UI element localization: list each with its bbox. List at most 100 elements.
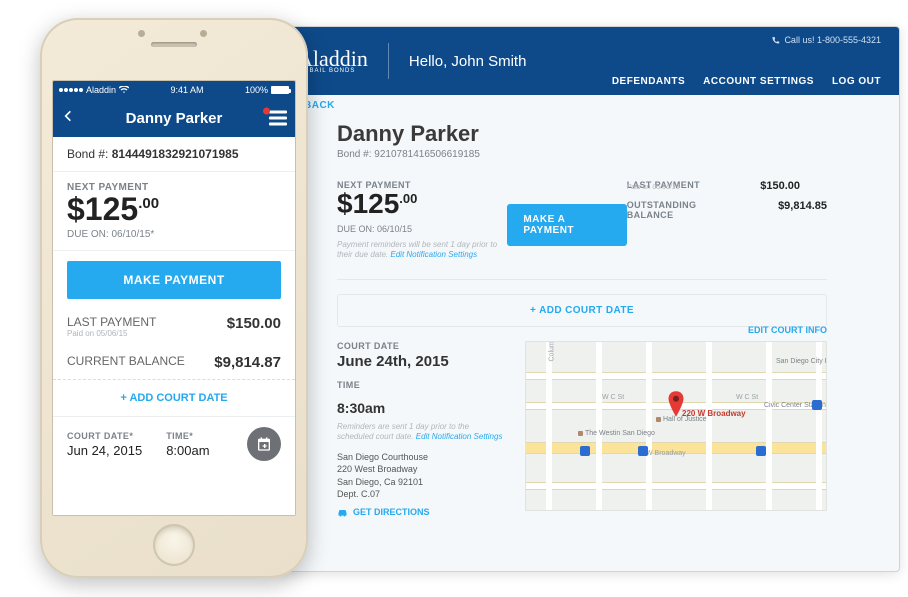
- carrier-text: Aladdin: [86, 85, 116, 95]
- amount-cents: .00: [399, 192, 417, 205]
- call-us-link[interactable]: Call us! 1-800-555-4321: [771, 35, 881, 45]
- next-payment-amount: $125 .00: [67, 193, 281, 225]
- get-directions-link[interactable]: GET DIRECTIONS: [337, 507, 507, 517]
- edit-court-info-link[interactable]: EDIT COURT INFO: [748, 325, 827, 335]
- add-to-calendar-button[interactable]: [247, 427, 281, 461]
- add-court-date-button[interactable]: + ADD COURT DATE: [337, 294, 827, 327]
- phone-home-button[interactable]: [153, 524, 195, 566]
- page-title: Danny Parker: [126, 110, 223, 127]
- next-payment-block: NEXT PAYMENT $125 .00 DUE ON: 06/10/15*: [53, 172, 295, 251]
- next-payment-amount: $125 .00: [337, 190, 501, 218]
- wifi-icon: [119, 86, 129, 94]
- due-date: 06/10/15: [377, 224, 412, 234]
- court-date-value: Jun 24, 2015: [67, 443, 142, 458]
- current-balance-value: $9,814.87: [214, 354, 281, 371]
- due-line: DUE ON: 06/10/15*: [67, 229, 281, 240]
- battery-text: 100%: [245, 85, 268, 95]
- calendar-add-icon: [256, 436, 272, 452]
- last-payment-value: $150.00: [728, 180, 800, 192]
- phone-camera: [138, 30, 145, 37]
- court-address-city: San Diego, Ca 92101: [337, 476, 507, 489]
- statusbar-time: 9:41 AM: [170, 85, 203, 95]
- desktop-window: Aladdin BAIL BONDS Hello, John Smith Cal…: [276, 26, 900, 572]
- court-time-label: TIME*: [166, 431, 209, 441]
- add-court-date-button[interactable]: + ADD COURT DATE: [53, 380, 295, 416]
- court-date-value: June 24th, 2015: [337, 353, 507, 370]
- car-icon: [337, 507, 349, 517]
- phone-body: Bond #: 8144491832921071985 NEXT PAYMENT…: [53, 137, 295, 515]
- current-balance-label: CURRENT BALANCE: [67, 354, 185, 371]
- phone-device: Aladdin 9:41 AM 100% Danny Parker Bond: [40, 18, 308, 578]
- desktop-body: Danny Parker Bond #: 9210781416506619185…: [277, 95, 899, 537]
- court-address: San Diego Courthouse 220 West Broadway S…: [337, 451, 507, 501]
- last-payment-label: LAST PAYMENT: [67, 315, 156, 329]
- last-payment-value: $150.00: [227, 315, 281, 338]
- court-reminder-fineprint: Reminders are sent 1 day prior to the sc…: [337, 422, 507, 443]
- divider: [388, 43, 389, 79]
- top-nav: DEFENDANTS ACCOUNT SETTINGS LOG OUT: [612, 76, 881, 87]
- court-date-col: COURT DATE* Jun 24, 2015: [67, 431, 142, 458]
- bond-label: Bond #:: [337, 149, 371, 160]
- map-metro-icon: [812, 400, 822, 410]
- court-details: COURT DATE June 24th, 2015 TIME 8:30am R…: [337, 341, 507, 517]
- bond-number: 8144491832921071985: [112, 147, 239, 161]
- menu-button[interactable]: [269, 111, 287, 126]
- bond-label: Bond #:: [67, 147, 108, 161]
- due-label: DUE ON:: [67, 229, 109, 240]
- outstanding-balance-value: $9,814.85: [755, 200, 827, 220]
- map-street-wc-1: W C St: [602, 394, 624, 401]
- greeting-text: Hello, John Smith: [409, 53, 527, 70]
- court-date-label: COURT DATE*: [67, 431, 142, 441]
- due-date: 06/10/15*: [111, 229, 154, 240]
- bond-number-row: Bond #: 8144491832921071985: [53, 137, 295, 172]
- map-poi-sd-city-info: San Diego City Informational: [776, 358, 827, 365]
- amount-whole: $125: [67, 193, 138, 225]
- amount-whole: $125: [337, 190, 399, 218]
- map-metro-icon: [580, 446, 590, 456]
- court-time-col: TIME* 8:00am: [166, 431, 209, 458]
- app-bar: Danny Parker: [53, 99, 295, 137]
- reminder-fineprint: Payment reminders will be sent 1 day pri…: [337, 240, 501, 261]
- map-metro-icon: [638, 446, 648, 456]
- map-metro-icon: [756, 446, 766, 456]
- due-line: DUE ON: 06/10/15: [337, 224, 501, 234]
- map-block: EDIT COURT INFO Columbia St W C St: [525, 341, 827, 517]
- status-bar: Aladdin 9:41 AM 100%: [53, 81, 295, 99]
- phone-icon: [771, 36, 780, 45]
- next-payment-block: NEXT PAYMENT $125 .00 DUE ON: 06/10/15 P…: [337, 180, 501, 261]
- court-section: COURT DATE June 24th, 2015 TIME 8:30am R…: [337, 341, 827, 517]
- get-directions-text: GET DIRECTIONS: [353, 507, 430, 517]
- court-time-label: TIME: [337, 380, 507, 390]
- map[interactable]: Columbia St W C St W C St W Broadway Hal…: [525, 341, 827, 511]
- call-us-text: Call us! 1-800-555-4321: [784, 35, 881, 45]
- court-address-street: 220 West Broadway: [337, 463, 507, 476]
- outstanding-balance-label: OUTSTANDING BALANCE: [627, 200, 727, 220]
- chevron-left-icon: [61, 109, 75, 123]
- last-payment-paidon: Paid on 05/06/15: [67, 329, 156, 338]
- map-poi-westin: The Westin San Diego: [578, 430, 655, 437]
- nav-defendants[interactable]: DEFENDANTS: [612, 76, 685, 87]
- balance-block: LAST PAYMENT Paid on 05/06/15 $150.00 OU…: [627, 180, 827, 261]
- edit-notification-settings-link[interactable]: Edit Notification Settings: [390, 250, 477, 259]
- last-payment-row: LAST PAYMENT Paid on 05/06/15 $150.00: [53, 307, 295, 346]
- back-button[interactable]: [61, 109, 75, 127]
- phone-sensor: [200, 30, 207, 37]
- make-a-payment-button[interactable]: MAKE A PAYMENT: [507, 204, 626, 246]
- map-street-columbia: Columbia St: [549, 341, 556, 362]
- signal-dots-icon: [59, 88, 83, 92]
- nav-account-settings[interactable]: ACCOUNT SETTINGS: [703, 76, 814, 87]
- make-payment-button[interactable]: MAKE PAYMENT: [67, 261, 281, 299]
- payment-section: NEXT PAYMENT $125 .00 DUE ON: 06/10/15 P…: [337, 180, 827, 280]
- bond-number-line: Bond #: 9210781416506619185: [337, 149, 827, 160]
- battery-icon: [271, 86, 289, 94]
- court-time-value: 8:30am: [337, 400, 507, 416]
- edit-notification-settings-link-2[interactable]: Edit Notification Settings: [416, 432, 503, 441]
- desktop-header: Aladdin BAIL BONDS Hello, John Smith Cal…: [277, 27, 899, 95]
- bond-number: 9210781416506619185: [374, 149, 480, 160]
- defendant-name: Danny Parker: [337, 121, 827, 147]
- map-street-broadway: W Broadway: [646, 450, 686, 457]
- court-date-label: COURT DATE: [337, 341, 507, 351]
- nav-logout[interactable]: LOG OUT: [832, 76, 881, 87]
- phone-screen: Aladdin 9:41 AM 100% Danny Parker Bond: [52, 80, 296, 516]
- court-address-name: San Diego Courthouse: [337, 451, 507, 464]
